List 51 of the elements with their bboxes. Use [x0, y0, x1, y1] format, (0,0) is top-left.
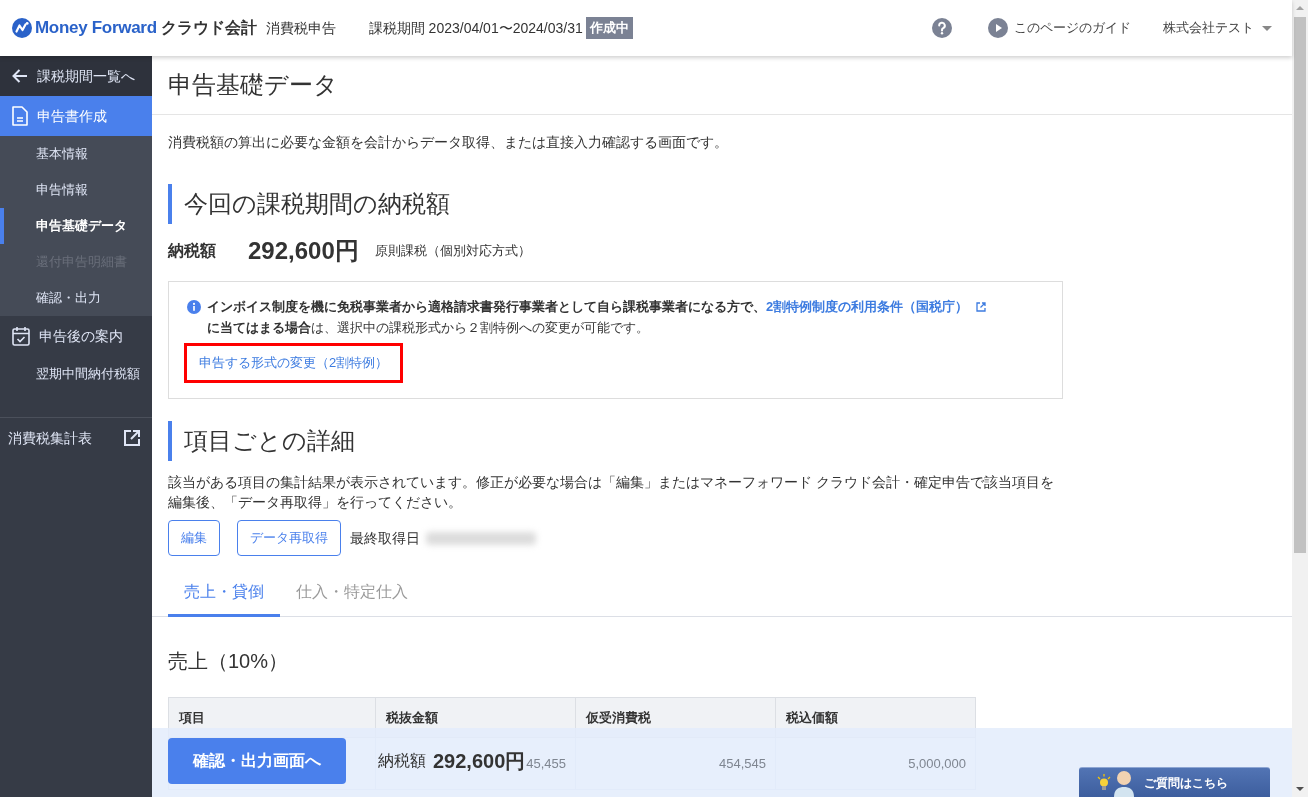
tax-method: 原則課税（個別対応方式）	[374, 242, 531, 261]
tax-amount-label: 納税額	[168, 241, 217, 261]
confirm-output-button[interactable]: 確認・出力画面へ	[168, 738, 346, 784]
section-heading: 今回の課税期間の納税額	[168, 184, 1276, 224]
lightbulb-icon	[1097, 773, 1111, 792]
guide-link[interactable]: このページのガイド	[988, 18, 1131, 38]
product-name: クラウド会計	[160, 18, 257, 38]
help-icon[interactable]	[932, 18, 952, 38]
table-heading: 売上（10%）	[168, 649, 290, 674]
last-fetched-label: 最終取得日	[350, 528, 420, 548]
app-name: 消費税申告	[265, 18, 336, 38]
company-menu[interactable]: 株式会社テスト	[1163, 18, 1272, 38]
scroll-down-arrow-icon[interactable]	[1296, 787, 1304, 791]
page-title: 申告基礎データ	[152, 56, 1292, 115]
scrollbar-thumb[interactable]	[1294, 17, 1306, 553]
sidebar-item[interactable]: 翌期中間納付税額	[0, 356, 152, 392]
brand-name: Money Forward	[35, 17, 157, 40]
logo-icon	[12, 18, 32, 38]
conditions-link[interactable]: 2割特例制度の利用条件（国税庁）	[766, 296, 987, 317]
change-format-link[interactable]: 申告する形式の変更（2割特例）	[199, 353, 389, 373]
back-link[interactable]: 課税期間一覧へ	[0, 56, 152, 96]
caret-icon	[1262, 25, 1272, 31]
status-badge: 作成中	[585, 17, 633, 39]
footer-tax-amount: 292,600円	[433, 749, 526, 774]
tax-amount: 292,600円	[248, 236, 359, 266]
scroll-up-arrow-icon[interactable]	[1296, 6, 1304, 10]
calendar-check-icon	[12, 326, 30, 346]
tax-period: 課税期間 2023/04/01〜2024/03/31	[368, 18, 583, 38]
scrollbar[interactable]	[1292, 0, 1308, 797]
external-link[interactable]: 消費税集計表	[0, 418, 152, 458]
help-chat-button[interactable]: ご質問はこちら	[1079, 767, 1270, 797]
detail-description: 該当がある項目の集計結果が表示されています。修正が必要な場合は「編集」またはマネーフォワード クラウド会計・確定申告で該当項目を編集後、「データ再取得」を行ってください。	[168, 473, 1055, 512]
play-icon	[988, 18, 1008, 38]
footer-tax-label: 納税額	[378, 751, 426, 771]
edit-button[interactable]: 編集	[168, 520, 220, 556]
sidebar-item[interactable]: 申告情報	[0, 172, 152, 208]
external-link-icon	[123, 429, 141, 447]
tab[interactable]: 売上・貸倒	[168, 570, 280, 617]
notice-text: インボイス制度を機に免税事業者から適格請求書発行事業者として自ら課税事業者になる方で、2割特例制度の利用条件（国税庁） に当てはまる場合は、選択中の課税形式から２割特例への変更が可能です。	[207, 296, 987, 338]
info-icon	[187, 300, 201, 314]
arrow-left-icon	[12, 69, 28, 83]
sidebar-item[interactable]: 基本情報	[0, 136, 152, 172]
sidebar-item[interactable]: 確認・出力	[0, 280, 152, 316]
person-icon	[1113, 769, 1135, 797]
refetch-button[interactable]: データ再取得	[237, 520, 341, 556]
document-icon	[12, 106, 28, 126]
sidebar-section[interactable]: 申告書作成	[0, 96, 152, 136]
external-link-icon	[976, 301, 987, 312]
intro-text: 消費税額の算出に必要な金額を会計からデータ取得、または直接入力確認する画面です。	[168, 133, 729, 152]
sidebar-section[interactable]: 申告後の案内	[0, 316, 152, 356]
section-heading: 項目ごとの詳細	[168, 421, 1276, 461]
